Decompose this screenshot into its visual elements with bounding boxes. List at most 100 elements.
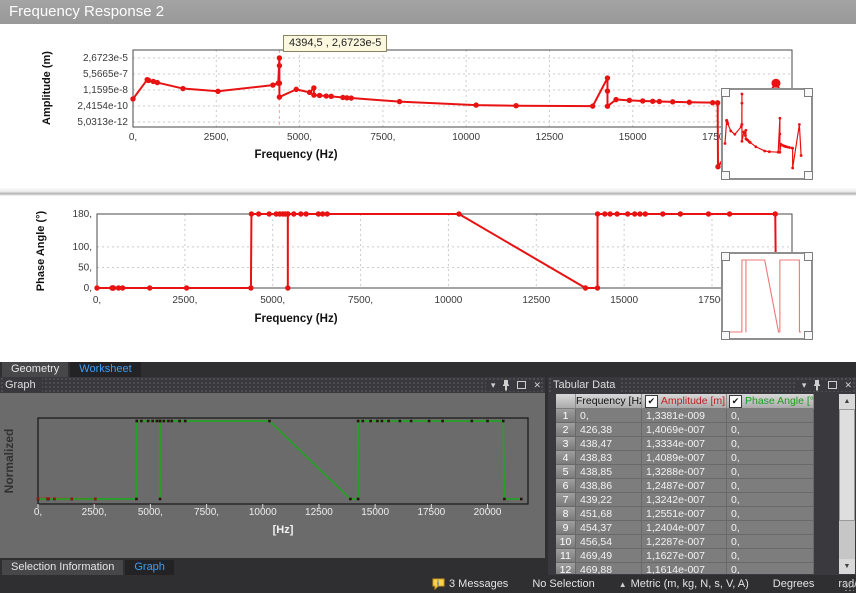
- phase-cell[interactable]: 0,: [727, 465, 814, 479]
- table-row[interactable]: 3438,471,3334e-0070,: [556, 437, 814, 451]
- phase-cell[interactable]: 0,: [727, 423, 814, 437]
- phase-cell[interactable]: 0,: [727, 549, 814, 563]
- scrollbar-thumb[interactable]: [839, 409, 855, 521]
- table-scrollbar[interactable]: ▲ ▼: [839, 394, 855, 574]
- amplitude-cell[interactable]: 1,2551e-007: [642, 507, 727, 521]
- amplitude-cell[interactable]: 1,4069e-007: [642, 423, 727, 437]
- table-row[interactable]: 9454,371,2404e-0070,: [556, 521, 814, 535]
- angle-units-status[interactable]: Degrees: [773, 578, 815, 590]
- phase-cell[interactable]: 0,: [727, 437, 814, 451]
- frequency-cell[interactable]: 456,54: [576, 535, 642, 549]
- inset-handle[interactable]: [721, 331, 730, 340]
- frequency-cell[interactable]: 438,47: [576, 437, 642, 451]
- table-row[interactable]: 6438,861,2487e-0070,: [556, 479, 814, 493]
- amplitude-cell[interactable]: 1,2287e-007: [642, 535, 727, 549]
- phase-column-header[interactable]: ✔ Phase Angle [°]: [727, 394, 814, 409]
- row-number-cell[interactable]: 5: [556, 465, 576, 479]
- svg-text:0,: 0,: [34, 507, 42, 518]
- table-row[interactable]: 11469,491,1627e-0070,: [556, 549, 814, 563]
- amplitude-cell[interactable]: 1,4089e-007: [642, 451, 727, 465]
- row-number-cell[interactable]: 3: [556, 437, 576, 451]
- chevron-down-icon[interactable]: ▾: [802, 380, 807, 390]
- amplitude-cell[interactable]: 1,3288e-007: [642, 465, 727, 479]
- row-number-cell[interactable]: 9: [556, 521, 576, 535]
- phase-cell[interactable]: 0,: [727, 535, 814, 549]
- table-row[interactable]: 4438,831,4089e-0070,: [556, 451, 814, 465]
- row-number-cell[interactable]: 1: [556, 409, 576, 423]
- table-row[interactable]: 7439,221,3242e-0070,: [556, 493, 814, 507]
- frequency-cell[interactable]: 438,83: [576, 451, 642, 465]
- phase-cell[interactable]: 0,: [727, 479, 814, 493]
- amplitude-cell[interactable]: 1,1614e-007: [642, 563, 727, 574]
- table-row[interactable]: 2426,381,4069e-0070,: [556, 423, 814, 437]
- frequency-cell[interactable]: 469,88: [576, 563, 642, 574]
- inset-handle[interactable]: [804, 331, 813, 340]
- inset-handle[interactable]: [804, 252, 813, 261]
- row-number-cell[interactable]: 7: [556, 493, 576, 507]
- phase-cell[interactable]: 0,: [727, 493, 814, 507]
- table-row[interactable]: 10456,541,2287e-0070,: [556, 535, 814, 549]
- row-number-cell[interactable]: 4: [556, 451, 576, 465]
- pin-icon[interactable]: [502, 380, 510, 391]
- scroll-up-icon[interactable]: ▲: [839, 394, 855, 409]
- resize-grip[interactable]: [844, 581, 854, 591]
- phase-cell[interactable]: 0,: [727, 409, 814, 423]
- amplitude-cell[interactable]: 1,1627e-007: [642, 549, 727, 563]
- tab-selection-information[interactable]: Selection Information: [2, 560, 123, 575]
- inset-handle[interactable]: [721, 252, 730, 261]
- phase-cell[interactable]: 0,: [727, 507, 814, 521]
- frequency-cell[interactable]: 451,68: [576, 507, 642, 521]
- row-number-cell[interactable]: 6: [556, 479, 576, 493]
- messages-status[interactable]: i 3 Messages: [432, 578, 508, 590]
- phase-cell[interactable]: 0,: [727, 521, 814, 535]
- tab-graph[interactable]: Graph: [125, 560, 174, 575]
- amplitude-cell[interactable]: 1,3381e-009: [642, 409, 727, 423]
- frequency-column-header[interactable]: Frequency [Hz]: [576, 394, 642, 409]
- row-number-cell[interactable]: 11: [556, 549, 576, 563]
- normalized-graph[interactable]: 0,2500,5000,7500,10000125001500017500200…: [0, 393, 545, 558]
- svg-text:[Hz]: [Hz]: [273, 524, 294, 536]
- phase-cell[interactable]: 0,: [727, 563, 814, 574]
- table-row[interactable]: 5438,851,3288e-0070,: [556, 465, 814, 479]
- units-status[interactable]: ▲ Metric (m, kg, N, s, V, A): [619, 578, 749, 590]
- maximize-icon[interactable]: [517, 381, 526, 389]
- row-number-cell[interactable]: 2: [556, 423, 576, 437]
- tab-geometry[interactable]: Geometry: [2, 362, 68, 377]
- phase-checkbox[interactable]: ✔: [729, 395, 742, 408]
- phase-cell[interactable]: 0,: [727, 451, 814, 465]
- table-row[interactable]: 10,1,3381e-0090,: [556, 409, 814, 423]
- frequency-cell[interactable]: 438,85: [576, 465, 642, 479]
- row-number-cell[interactable]: 10: [556, 535, 576, 549]
- frequency-cell[interactable]: 454,37: [576, 521, 642, 535]
- pin-icon[interactable]: [813, 380, 821, 391]
- chevron-down-icon[interactable]: ▾: [491, 380, 496, 390]
- tab-worksheet[interactable]: Worksheet: [70, 362, 140, 377]
- scroll-down-icon[interactable]: ▼: [839, 559, 855, 574]
- maximize-icon[interactable]: [828, 381, 837, 389]
- amplitude-overview-inset[interactable]: [721, 88, 813, 180]
- frequency-cell[interactable]: 439,22: [576, 493, 642, 507]
- data-point-tooltip: 4394,5 , 2,6723e-5: [283, 35, 387, 52]
- chart-divider[interactable]: [0, 188, 856, 196]
- amplitude-cell[interactable]: 1,2487e-007: [642, 479, 727, 493]
- frequency-cell[interactable]: 426,38: [576, 423, 642, 437]
- amplitude-column-header[interactable]: ✔ Amplitude [m]: [642, 394, 727, 409]
- phase-overview-inset[interactable]: [721, 252, 813, 340]
- row-number-cell[interactable]: 8: [556, 507, 576, 521]
- inset-handle[interactable]: [721, 171, 730, 180]
- frequency-cell[interactable]: 0,: [576, 409, 642, 423]
- inset-handle[interactable]: [804, 88, 813, 97]
- table-row[interactable]: 12469,881,1614e-0070,: [556, 563, 814, 574]
- table-row[interactable]: 8451,681,2551e-0070,: [556, 507, 814, 521]
- frequency-cell[interactable]: 469,49: [576, 549, 642, 563]
- close-icon[interactable]: ✕: [844, 380, 852, 390]
- frequency-cell[interactable]: 438,86: [576, 479, 642, 493]
- amplitude-cell[interactable]: 1,3242e-007: [642, 493, 727, 507]
- inset-handle[interactable]: [721, 88, 730, 97]
- row-number-cell[interactable]: 12: [556, 563, 576, 574]
- amplitude-checkbox[interactable]: ✔: [645, 395, 658, 408]
- amplitude-cell[interactable]: 1,3334e-007: [642, 437, 727, 451]
- amplitude-cell[interactable]: 1,2404e-007: [642, 521, 727, 535]
- inset-handle[interactable]: [804, 171, 813, 180]
- close-icon[interactable]: ✕: [533, 380, 541, 390]
